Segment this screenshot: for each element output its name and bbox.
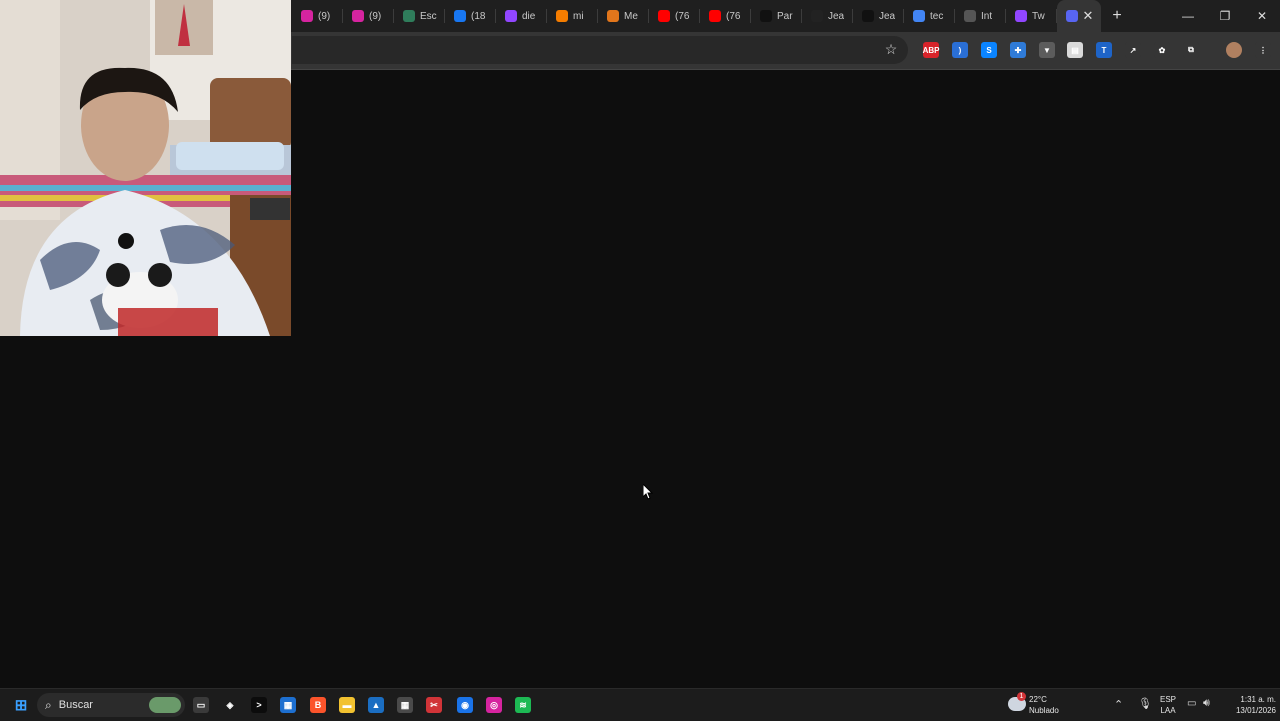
search-label: Buscar [58, 699, 93, 711]
metamask-icon [607, 10, 619, 22]
browser-tab[interactable]: (76 [700, 0, 751, 32]
cook-icon[interactable]: ✿ [1154, 42, 1170, 58]
snipping-icon[interactable]: ✂ [426, 697, 442, 713]
mouse-cursor-icon [643, 484, 653, 500]
new-tab-button[interactable]: + [1108, 7, 1126, 25]
browser-tab[interactable]: Int [955, 0, 1006, 32]
openai-icon [964, 10, 976, 22]
tab-list: (9) (9) Esc (18 die mi Me (76 (76 Par Jea Jea tec Int… [292, 0, 1101, 32]
shield-icon[interactable]: ▼ [1039, 42, 1055, 58]
browser-tab[interactable]: Me [598, 0, 649, 32]
webcam-image [0, 0, 291, 336]
browser-tab[interactable]: tec [904, 0, 955, 32]
notes-icon[interactable]: ▤ [1067, 42, 1083, 58]
instagram-icon[interactable]: ◎ [486, 697, 502, 713]
tab-title: Int [981, 10, 993, 22]
search-highlight-icon [149, 697, 181, 713]
weather-badge: 1 [1017, 692, 1026, 701]
clock-time[interactable]: 1:31 a. m. [1222, 695, 1276, 705]
tab-title: tec [930, 10, 944, 22]
calculator-icon[interactable]: ▦ [397, 697, 413, 713]
browser-tab[interactable]: Jea [853, 0, 904, 32]
browser-tab[interactable]: Par [751, 0, 802, 32]
browser-tab[interactable]: die [496, 0, 547, 32]
language-code[interactable]: ESP [1158, 695, 1178, 705]
webcam-overlay [0, 0, 291, 336]
spotify-icon[interactable]: ≋ [515, 697, 531, 713]
clock-date[interactable]: 13/01/2026 [1222, 706, 1276, 716]
twitch-icon [505, 10, 517, 22]
adblock-icon[interactable]: ABP [923, 42, 939, 58]
brave-icon[interactable]: B [310, 697, 326, 713]
photos-icon[interactable]: ▲ [368, 697, 384, 713]
taskbar-search-box[interactable]: ⌕ Buscar [37, 693, 185, 717]
puzzle-app-icon[interactable]: ✚ [1010, 42, 1026, 58]
google-icon [913, 10, 925, 22]
weather-temp[interactable]: 22°C [1029, 695, 1047, 705]
tab-title: Par [777, 10, 793, 22]
language-region[interactable]: LAA [1158, 706, 1178, 716]
grammar-app-icon [403, 10, 415, 22]
close-window-icon[interactable]: ✕ [1254, 8, 1270, 24]
volume-icon[interactable]: 🔊︎ [1203, 697, 1210, 710]
circle-app-icon [811, 10, 823, 22]
tab-title: mi [573, 10, 584, 22]
arrow-icon[interactable]: ↗ [1125, 42, 1141, 58]
browser-tab[interactable]: (18 [445, 0, 496, 32]
youtube-icon [709, 10, 721, 22]
app-icon [760, 10, 772, 22]
address-bar[interactable] [292, 36, 908, 64]
twitch-icon [1015, 10, 1027, 22]
browser-tab[interactable]: Tw [1006, 0, 1057, 32]
close-tab-icon[interactable]: ✕ [1081, 9, 1095, 23]
restore-icon[interactable]: ❐ [1217, 8, 1233, 24]
tab-title: Me [624, 10, 638, 22]
profile-avatar[interactable] [1226, 42, 1242, 58]
browser-tab[interactable]: mi [547, 0, 598, 32]
store-icon[interactable]: ▦ [280, 697, 296, 713]
tab-title: (18 [471, 10, 486, 22]
terminal-icon[interactable]: > [251, 697, 267, 713]
youtube-icon [658, 10, 670, 22]
tab-title: (9) [369, 10, 382, 22]
browser-tab[interactable]: Esc [394, 0, 445, 32]
bookmark-star-icon[interactable]: ☆ [883, 41, 899, 57]
chevron-up-icon[interactable]: ⌃ [1114, 698, 1123, 711]
minimize-icon[interactable]: — [1180, 8, 1196, 24]
tab-title: Tw [1032, 10, 1045, 22]
discord-icon [1066, 10, 1078, 22]
network-icon[interactable]: ▭ [1187, 698, 1196, 709]
file-explorer-icon[interactable]: ▬ [339, 697, 355, 713]
app-icon [862, 10, 874, 22]
tab-title: Jea [828, 10, 845, 22]
instagram-icon [352, 10, 364, 22]
tab-title: Esc [420, 10, 437, 22]
tab-title: (9) [318, 10, 331, 22]
taskbar: ⌕ Buscar ⊞ ▭ ◈ > ▦ B ▬ ▲ ▦ ✂ ◉ ◎ ≋ 1 22°C Nublado ⌃ … [0, 688, 1280, 721]
tab-title: (76 [675, 10, 690, 22]
readaloud-icon[interactable]: ) [952, 42, 968, 58]
windows-start-icon[interactable]: ⊞ [13, 697, 29, 714]
shazam-icon[interactable]: S [981, 42, 997, 58]
search-icon: ⌕ [45, 697, 52, 712]
taskview-icon[interactable]: ▭ [193, 697, 209, 713]
facebook-icon [454, 10, 466, 22]
translate-icon[interactable]: T [1096, 42, 1112, 58]
microphone-icon[interactable]: 🎙︎ [1138, 697, 1152, 710]
tab-title: die [522, 10, 536, 22]
browser-tab[interactable]: (9) [343, 0, 394, 32]
blogger-icon [556, 10, 568, 22]
instagram-icon [301, 10, 313, 22]
copilot-icon[interactable]: ◈ [222, 697, 238, 713]
tab-title: (76 [726, 10, 741, 22]
weather-desc[interactable]: Nublado [1029, 706, 1059, 716]
tab-title: Jea [879, 10, 896, 22]
browser-tab[interactable]: (76 [649, 0, 700, 32]
menu-icon[interactable]: ⋮ [1255, 42, 1271, 58]
extensions-icon[interactable]: ⧉ [1183, 42, 1199, 58]
browser-tab[interactable]: Jea [802, 0, 853, 32]
chrome-icon[interactable]: ◉ [457, 697, 473, 713]
browser-tab[interactable]: (9) [292, 0, 343, 32]
